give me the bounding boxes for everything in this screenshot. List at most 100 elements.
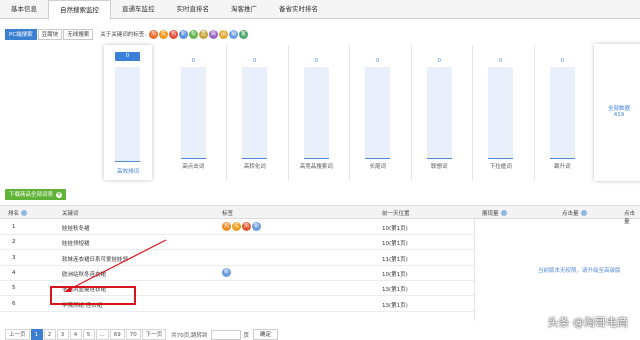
header-prev-position-label: 前一天位置 (382, 211, 410, 217)
tab-basic-info[interactable]: 基本信息 (0, 0, 48, 19)
tab-ztc-monitor[interactable]: 直通车监控 (111, 0, 166, 19)
page-4[interactable]: 4 (69, 329, 82, 340)
bar-track (303, 67, 329, 159)
page-5[interactable]: 5 (82, 329, 95, 340)
page-jump-input[interactable] (210, 329, 241, 340)
help-icon[interactable] (21, 210, 28, 216)
tag-badge-icon[interactable]: 热 (169, 29, 179, 39)
prev-position-cell: 13(第1页) (382, 302, 408, 309)
help-icon[interactable] (500, 210, 507, 216)
tag-badge-icon[interactable]: 销 (229, 29, 239, 39)
tag-badge-icon[interactable]: 热 (149, 29, 159, 39)
page-70[interactable]: 70 (125, 329, 141, 340)
tag-badge-icon[interactable]: 标 (189, 29, 199, 39)
tag-badge-icon: 优 (232, 222, 241, 231)
category-label: 飙升词 (553, 164, 571, 170)
chart-column[interactable]: 0 下拉框词 (473, 45, 535, 180)
download-button-label: 下载商品全部词表 (9, 191, 54, 198)
filter-pc-search[interactable]: PC端搜索 (5, 28, 37, 40)
bar-value-label: 0 (314, 58, 319, 64)
tab-natural-search-monitor[interactable]: 自然搜索监控 (48, 0, 111, 20)
tab-realtime-rank[interactable]: 实时直排名 (166, 0, 221, 19)
prev-position-cell: 13(第1页) (382, 287, 408, 294)
rank-cell: 3 (12, 254, 16, 261)
watermark: 头条 @淘哥电商 (547, 316, 629, 329)
bar-mark (115, 161, 140, 162)
bar-mark (488, 158, 514, 159)
header-tags-label: 标签 (222, 211, 234, 217)
category-label: 长尾词 (369, 164, 386, 170)
table-row[interactable]: 2 娃娃领短裙 10(第1页) (0, 235, 474, 251)
header-rank-label: 排名 (8, 211, 20, 217)
confirm-jump-button[interactable]: 确定 (253, 329, 279, 340)
rank-cell: 6 (12, 300, 16, 307)
total-data-card[interactable]: 全部数据 419 (594, 44, 640, 181)
tab-taoke-promo[interactable]: 淘客推广 (220, 0, 268, 19)
rank-cell: 4 (12, 269, 16, 276)
header-rank[interactable]: 排名 (8, 209, 28, 217)
pagination: 上一页 1 2 3 4 5 ... 69 70 下一页 共70页,跳转到 页 确… (5, 329, 279, 340)
no-permission-notice[interactable]: 当前版本无权限，请升级至高级版 (538, 266, 621, 274)
page-1[interactable]: 1 (30, 329, 43, 340)
tag-badge-icon[interactable]: 新 (179, 29, 189, 39)
tag-badge-icon[interactable]: 直 (199, 29, 209, 39)
chart-column[interactable]: 0 高竞品搜索词 (289, 45, 350, 180)
help-icon[interactable] (580, 210, 587, 216)
rank-cell: 2 (12, 239, 16, 246)
chart-column[interactable]: 0 高点击词 (166, 45, 227, 180)
header-exposure-label: 展现量 (482, 211, 499, 217)
page-3[interactable]: 3 (56, 329, 69, 340)
header-exposure[interactable]: 展现量 (482, 209, 507, 217)
category-label: 下拉框词 (489, 164, 512, 170)
page-69[interactable]: 69 (109, 329, 125, 340)
total-data-label: 全部数据 (607, 106, 630, 112)
header-clicks[interactable]: 点击量 (562, 209, 587, 217)
tab-province-realtime-rank[interactable]: 备省实时排名 (268, 0, 329, 19)
filter-tofu-block[interactable]: 豆腐块 (37, 28, 63, 40)
category-label: 高竞品搜索词 (299, 164, 333, 170)
table-row[interactable]: 3 软妹连衣裙日系可爱娃娃领 11(第1页) (0, 251, 474, 266)
bar-value-label: 0 (437, 58, 442, 64)
keyword-category-chart: 0 高效排词 0 高点击词 0 高转化词 0 高竞品搜索词 0 长尾词 0 联想词 0 下拉框词 0 飙升词 (104, 45, 596, 180)
bar-track (365, 67, 391, 159)
chart-column[interactable]: 0 联想词 (412, 45, 473, 180)
chart-column[interactable]: 0 飙升词 (535, 45, 596, 180)
page-2[interactable]: 2 (43, 329, 56, 340)
category-label: 高转化词 (243, 164, 266, 170)
header-keyword-label: 关键词 (62, 211, 79, 217)
bar-value-label: 0 (499, 58, 503, 64)
tag-badge-icon[interactable]: 飙 (209, 29, 219, 39)
category-label: 高点击词 (182, 164, 205, 170)
chart-column[interactable]: 0 长尾词 (350, 45, 412, 180)
keyword-cell: 软妹连衣裙日系可爱娃娃领 (62, 256, 129, 263)
table-row[interactable]: 1 娃娃秋冬裙热优热新 10(第1页) (0, 220, 474, 235)
page-unit-label: 页 (243, 332, 250, 339)
prev-page-button[interactable]: 上一页 (5, 329, 30, 340)
top-tab-bar: 基本信息 自然搜索监控 直通车监控 实时直排名 淘客推广 备省实时排名 (0, 0, 640, 20)
tag-badge-icon[interactable]: 优 (159, 29, 169, 39)
tag-badge-icon[interactable]: 客 (239, 29, 249, 39)
chart-column[interactable]: 0 高效排词 (104, 45, 152, 180)
prev-position-cell: 11(第1页) (382, 256, 408, 263)
bar-track (115, 67, 140, 161)
table-row[interactable]: 4 欧洲站秋冬连衣裙 新 10(第1页) (0, 266, 474, 281)
bar-mark (242, 158, 268, 159)
page-jump-label: 共70页,跳转到 (171, 332, 208, 339)
next-page-button[interactable]: 下一页 (141, 329, 167, 340)
bar-track (180, 67, 206, 159)
tag-badge-icon: 新 (222, 267, 231, 277)
filter-mobile-search[interactable]: 无线搜索 (63, 28, 94, 40)
plus-circle-icon: + (56, 190, 63, 198)
tag-badge-icon[interactable]: 品 (219, 29, 229, 39)
header-clicks2-label: 点击量 (624, 211, 636, 225)
rank-cell: 5 (12, 285, 16, 292)
bar-value-label: 0 (115, 52, 140, 61)
chart-column[interactable]: 0 高转化词 (227, 45, 289, 180)
header-clicks-2[interactable]: 点击量 (624, 209, 640, 225)
total-data-value: 419 (613, 112, 625, 118)
header-tags: 标签 (222, 209, 233, 217)
download-all-keywords-button[interactable]: 下载商品全部词表 + (5, 189, 67, 200)
prev-position-cell: 10(第1页) (382, 271, 408, 278)
bar-mark (303, 158, 329, 159)
tag-badge-list: 热优热新标直飙品销客 (149, 29, 249, 39)
